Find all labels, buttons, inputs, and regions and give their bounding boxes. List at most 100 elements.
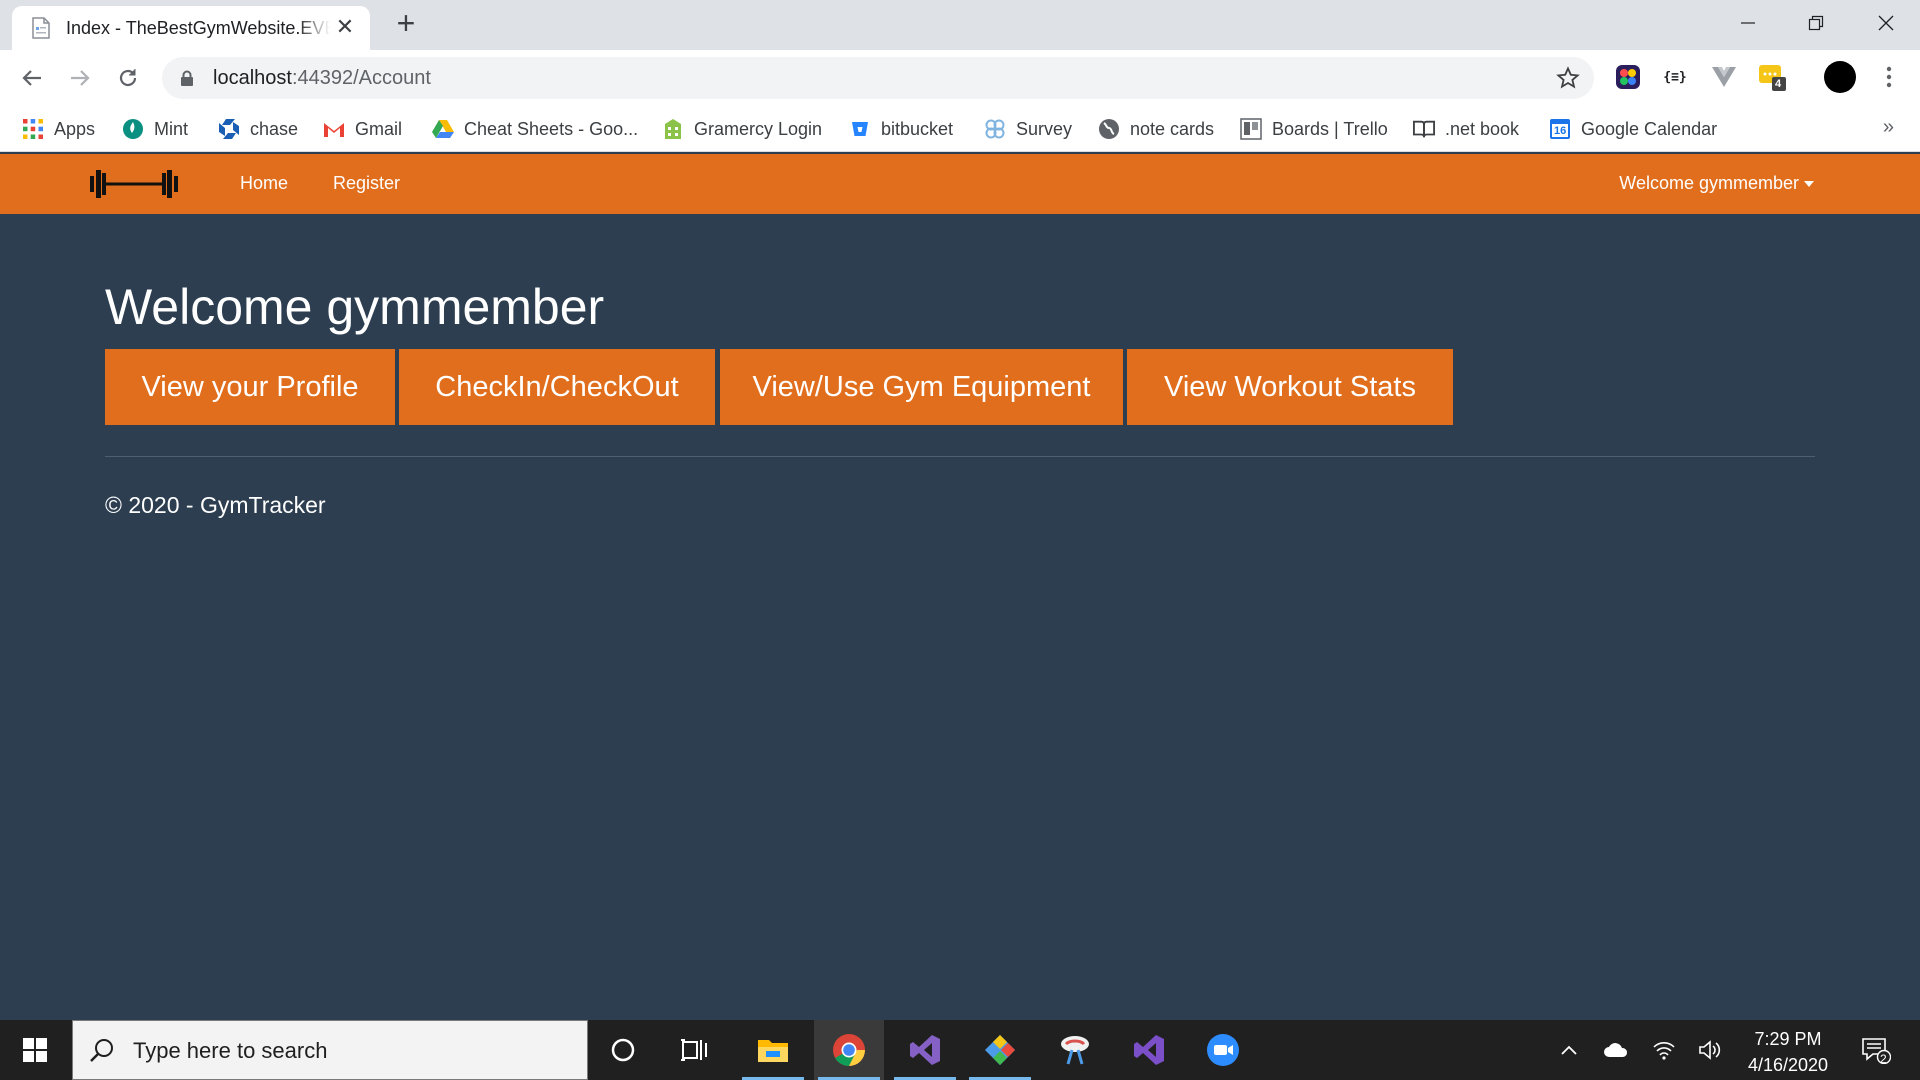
bookmark-net-book[interactable]: .net book (1413, 114, 1519, 144)
bookmark-bitbucket[interactable]: bitbucket (849, 114, 953, 144)
view-profile-button[interactable]: View your Profile (105, 349, 395, 425)
bookmark-label: Survey (1016, 118, 1073, 139)
bookmark-label: note cards (1130, 118, 1215, 139)
git-client-icon[interactable] (965, 1020, 1035, 1080)
nav-register-link[interactable]: Register (333, 173, 400, 194)
snipping-tool-icon[interactable] (1040, 1020, 1110, 1080)
taskbar-search-input[interactable]: Type here to search (72, 1020, 588, 1080)
survey-icon (984, 118, 1006, 140)
wifi-icon[interactable] (1644, 1020, 1684, 1080)
browser-tab[interactable]: Index - TheBestGymWebsite.EVER ✕ (12, 6, 370, 50)
calendar-icon: 16 (1549, 118, 1571, 140)
bookmark-trello[interactable]: Boards | Trello (1240, 114, 1388, 144)
bookmark-label: Gramercy Login (694, 118, 823, 139)
page-icon (30, 16, 52, 40)
browser-toolbar: localhost:44392/Account {≡} 4 (0, 50, 1920, 106)
user-dropdown[interactable]: Welcome gymmember (1619, 173, 1814, 194)
show-hidden-icons-icon[interactable] (1552, 1020, 1586, 1080)
address-bar[interactable]: localhost:44392/Account (162, 57, 1594, 99)
bookmark-label: Google Calendar (1581, 118, 1718, 139)
json-formatter-extension-icon[interactable]: {≡} (1660, 62, 1690, 92)
restore-button[interactable] (1788, 6, 1844, 40)
taskbar-clock[interactable]: 7:29 PM 4/16/2020 (1730, 1026, 1846, 1078)
onedrive-icon[interactable] (1596, 1020, 1636, 1080)
bookmark-label: bitbucket (881, 118, 954, 139)
url-text: localhost:44392/Account (213, 67, 431, 90)
profile-avatar[interactable] (1823, 60, 1857, 94)
visual-studio-icon[interactable] (1114, 1020, 1184, 1080)
nav-home-link[interactable]: Home (240, 173, 288, 194)
bookmark-star-icon[interactable] (1556, 66, 1580, 95)
chrome-menu-icon[interactable] (1874, 62, 1904, 92)
bookmark-label: Cheat Sheets - Goo... (464, 118, 639, 139)
minimize-button[interactable] (1720, 6, 1776, 40)
task-view-icon[interactable] (660, 1020, 730, 1080)
checkin-checkout-button[interactable]: CheckIn/CheckOut (399, 349, 715, 425)
reload-button[interactable] (110, 60, 146, 96)
gmail-icon (323, 118, 345, 140)
trello-icon (1240, 118, 1262, 140)
back-button[interactable] (14, 60, 50, 96)
windows-taskbar: Type here to search 7:29 PM 4/16/2020 2 (0, 1020, 1920, 1080)
bookmark-gmail[interactable]: Gmail (323, 114, 402, 144)
footer-divider (105, 456, 1815, 457)
tab-title: Index - TheBestGymWebsite.EVER (66, 17, 330, 38)
zoom-icon[interactable] (1188, 1020, 1258, 1080)
volume-icon[interactable] (1690, 1020, 1730, 1080)
google-drive-icon (432, 118, 454, 140)
bookmark-apps[interactable]: Apps (22, 114, 95, 144)
more-bookmarks-icon[interactable]: » (1883, 116, 1894, 139)
search-icon (89, 1037, 115, 1068)
footer-copyright: © 2020 - GymTracker (105, 492, 326, 518)
notification-count: 2 (1880, 1052, 1887, 1066)
user-dropdown-label: Welcome gymmember (1619, 173, 1799, 193)
bookmark-label: Boards | Trello (1272, 118, 1388, 139)
close-window-button[interactable] (1858, 6, 1914, 40)
bookmark-mint[interactable]: Mint (122, 114, 188, 144)
mint-icon (122, 118, 144, 140)
url-path: :44392/Account (291, 67, 431, 89)
vue-devtools-extension-icon[interactable] (1709, 62, 1739, 92)
clock-time: 7:29 PM (1754, 1029, 1822, 1049)
new-tab-button[interactable]: + (390, 7, 422, 40)
bookmark-survey[interactable]: Survey (984, 114, 1072, 144)
chase-icon (218, 118, 240, 140)
workout-stats-button[interactable]: View Workout Stats (1127, 349, 1453, 425)
apps-grid-icon (22, 118, 44, 140)
visual-studio-code-icon[interactable] (890, 1020, 960, 1080)
building-icon (662, 118, 684, 140)
bookmark-google-calendar[interactable]: 16 Google Calendar (1549, 114, 1717, 144)
globe-icon (1098, 118, 1120, 140)
lock-icon (180, 70, 194, 92)
notes-extension-icon[interactable]: 4 (1758, 62, 1788, 92)
page-title: Welcome gymmember (105, 279, 605, 335)
url-host: localhost (213, 67, 292, 89)
caret-down-icon (1804, 180, 1814, 187)
bitbucket-icon (849, 118, 871, 140)
clock-date: 4/16/2020 (1747, 1055, 1829, 1075)
file-explorer-icon[interactable] (738, 1020, 808, 1080)
browser-tab-strip: Index - TheBestGymWebsite.EVER ✕ + (0, 0, 1920, 50)
windows-start-icon[interactable] (0, 1020, 70, 1080)
calendar-day: 16 (1554, 125, 1567, 137)
bookmarks-bar: Apps Mint chase Gmail Cheat Sheets - Goo… (0, 106, 1920, 152)
bookmark-label: .net book (1445, 118, 1520, 139)
forward-button[interactable] (62, 60, 98, 96)
bookmark-chase[interactable]: chase (218, 114, 298, 144)
bookmark-label: Gmail (355, 118, 403, 139)
close-tab-icon[interactable]: ✕ (332, 14, 358, 40)
bookmark-note-cards[interactable]: note cards (1098, 114, 1214, 144)
action-center-icon[interactable]: 2 (1852, 1020, 1900, 1080)
cortana-icon[interactable] (588, 1020, 658, 1080)
gym-equipment-button[interactable]: View/Use Gym Equipment (720, 349, 1123, 425)
bookmark-label: chase (250, 118, 299, 139)
bookmark-label: Mint (154, 118, 189, 139)
bookmark-gramercy[interactable]: Gramercy Login (662, 114, 822, 144)
dumbbell-logo-icon[interactable] (88, 167, 180, 206)
color-picker-extension-icon[interactable] (1613, 62, 1643, 92)
bookmark-cheat-sheets[interactable]: Cheat Sheets - Goo... (432, 114, 638, 144)
book-icon (1413, 118, 1435, 140)
site-navbar: Home Register Welcome gymmember (0, 154, 1920, 214)
chrome-taskbar-icon[interactable] (814, 1020, 884, 1080)
bookmark-label: Apps (54, 118, 96, 139)
